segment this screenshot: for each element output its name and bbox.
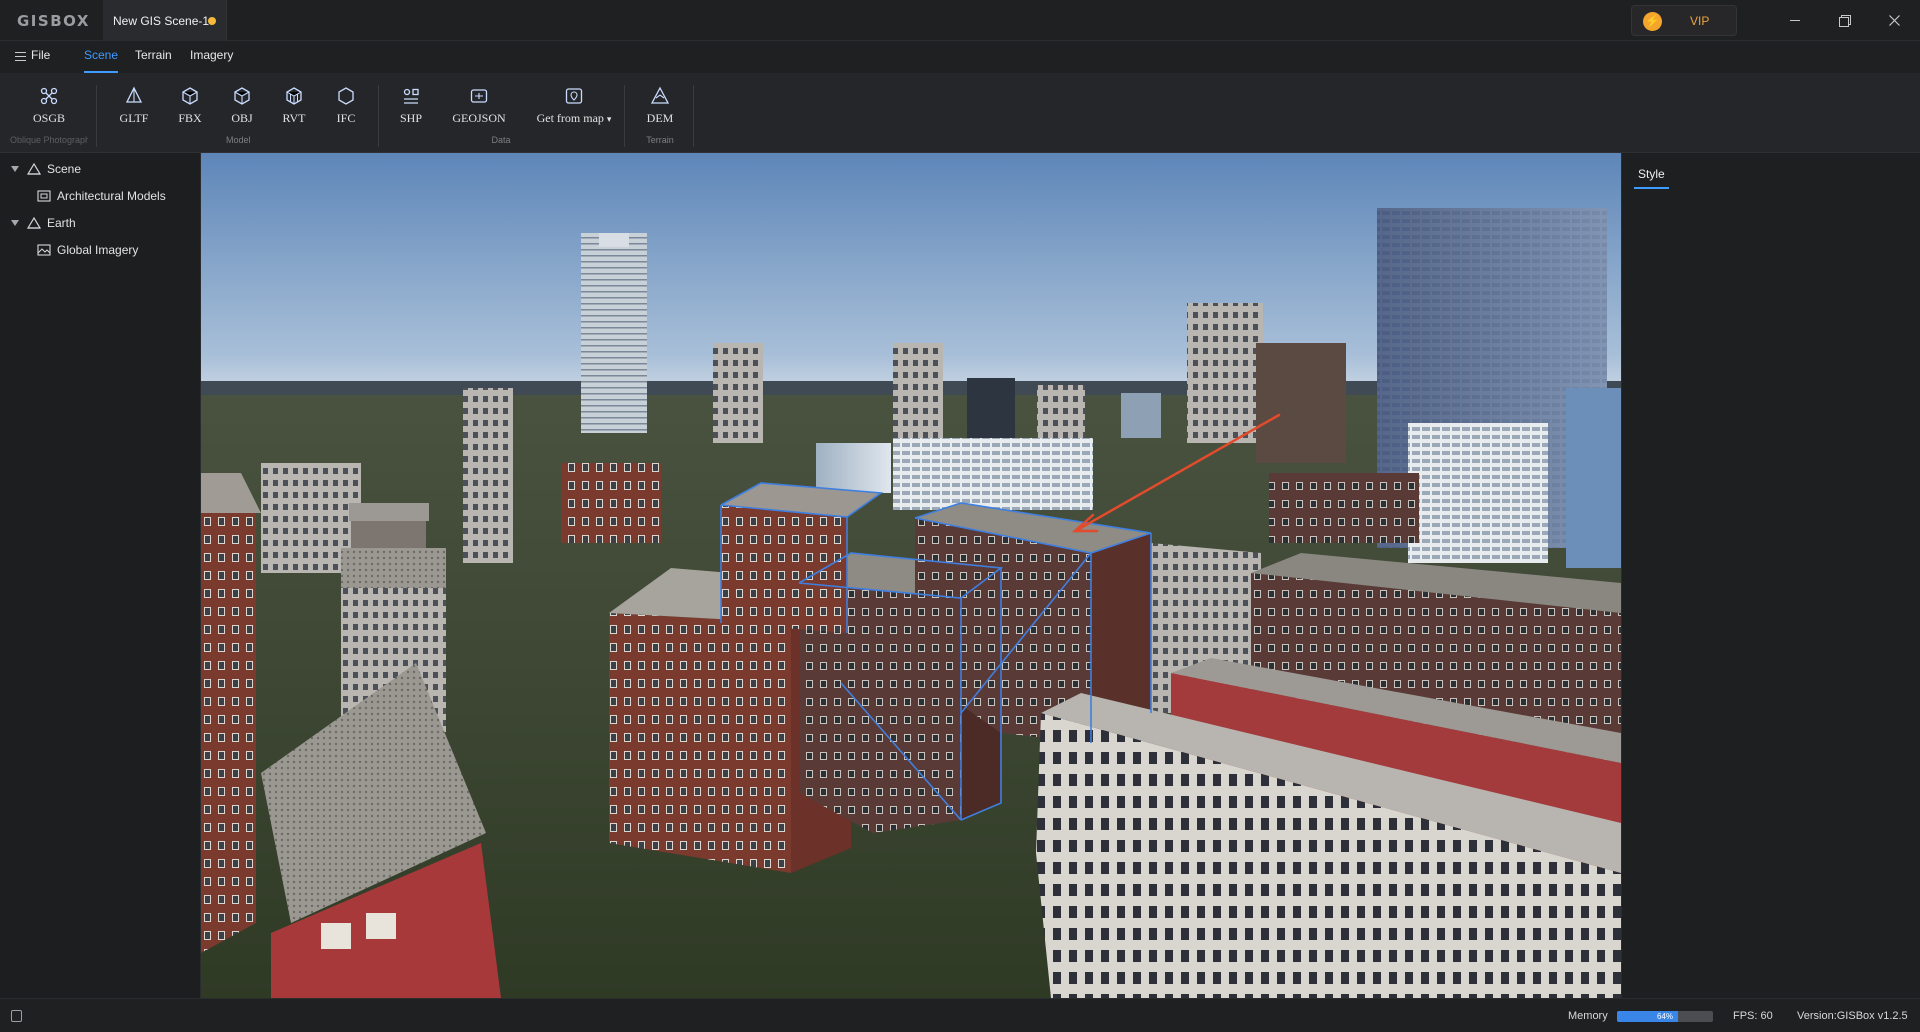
3d-scene-viewport[interactable]: [201, 153, 1621, 998]
toolbar-separator: [624, 85, 625, 147]
rvt-label: RVT: [282, 111, 306, 125]
menu-bar: File Scene Terrain Imagery: [0, 41, 1920, 73]
lightning-icon: ⚡: [1643, 12, 1662, 31]
document-tab[interactable]: New GIS Scene-1: [103, 0, 227, 41]
rvt-button[interactable]: RVT: [276, 73, 312, 137]
file-menu-label: File: [31, 48, 51, 62]
group-label-oblique: Oblique Photography: [10, 135, 88, 145]
gltf-button[interactable]: GLTF: [116, 73, 152, 137]
tree-label-global-imagery: Global Imagery: [57, 243, 139, 257]
layer-tree-panel: Scene Architectural Models Earth Global …: [0, 153, 201, 998]
tab-imagery[interactable]: Imagery: [190, 41, 233, 73]
fbx-button[interactable]: FBX: [172, 73, 208, 137]
get-from-map-text: Get from map: [536, 111, 604, 125]
title-bar: GISBOX New GIS Scene-1 ⚡ VIP: [0, 0, 1920, 41]
fbx-icon: [182, 87, 198, 105]
gltf-label: GLTF: [119, 111, 149, 125]
geojson-button[interactable]: GEOJSON: [446, 73, 512, 137]
properties-panel: Style: [1621, 153, 1920, 998]
toolbar-separator: [693, 85, 694, 147]
group-label-model: Model: [226, 135, 251, 145]
memory-label: Memory: [1568, 1010, 1608, 1022]
tree-label-earth: Earth: [47, 216, 76, 230]
osgb-button[interactable]: OSGB: [26, 73, 72, 137]
dem-label: DEM: [646, 111, 674, 125]
minimize-icon: [1790, 20, 1800, 21]
restore-button[interactable]: [1821, 0, 1869, 41]
get-from-map-dropdown[interactable]: Get from map ▾: [532, 73, 616, 137]
minimize-button[interactable]: [1771, 0, 1819, 41]
tab-style[interactable]: Style: [1634, 161, 1669, 189]
rvt-icon: [286, 87, 302, 105]
memory-progress-bar: 64%: [1617, 1011, 1713, 1022]
close-button[interactable]: [1870, 0, 1918, 41]
dem-icon: [650, 86, 670, 104]
tree-node-architectural-models[interactable]: Architectural Models: [37, 185, 166, 207]
tab-terrain[interactable]: Terrain: [135, 41, 172, 73]
memory-percent-text: 64%: [1656, 1012, 1673, 1021]
toolbar-separator: [378, 85, 379, 147]
earth-icon: [27, 217, 41, 229]
log-icon[interactable]: [11, 1010, 22, 1022]
dem-button[interactable]: DEM: [642, 73, 678, 137]
shp-button[interactable]: SHP: [393, 73, 429, 137]
shp-icon: [403, 88, 419, 104]
group-label-terrain: Terrain: [646, 135, 674, 145]
fps-readout: FPS: 60: [1733, 1010, 1773, 1022]
shp-label: SHP: [399, 111, 422, 125]
tree-node-scene[interactable]: Scene: [11, 158, 81, 180]
app-logo: GISBOX: [17, 12, 90, 30]
osgb-icon: [40, 87, 58, 105]
tree-label-scene: Scene: [47, 162, 82, 176]
version-readout: Version:GISBox v1.2.5: [1797, 1010, 1908, 1022]
map-icon: [565, 88, 583, 104]
osgb-label: OSGB: [32, 111, 65, 125]
vip-button[interactable]: ⚡ VIP: [1631, 5, 1737, 36]
get-from-map-label: Get from map ▾: [537, 111, 612, 126]
vip-label: VIP: [1690, 14, 1710, 28]
hamburger-icon: [15, 52, 26, 61]
scene-icon: [27, 163, 41, 175]
tab-scene[interactable]: Scene: [84, 41, 119, 73]
status-bar: Memory 64% FPS: 60 Version:GISBox v1.2.5: [0, 998, 1920, 1032]
close-icon: [1888, 15, 1900, 26]
imagery-layer-icon: [37, 244, 51, 256]
tree-node-global-imagery[interactable]: Global Imagery: [37, 239, 138, 261]
group-label-data: Data: [491, 135, 511, 145]
geojson-label: GEOJSON: [452, 111, 506, 125]
gltf-icon: [125, 86, 143, 103]
toolbar-separator: [96, 85, 97, 147]
tree-label-architectural-models: Architectural Models: [57, 189, 166, 203]
restore-icon: [1839, 14, 1851, 27]
caret-down-icon[interactable]: [11, 166, 19, 172]
unsaved-dot-icon: [208, 17, 216, 25]
geojson-icon: [470, 89, 488, 103]
ifc-button[interactable]: IFC: [328, 73, 364, 137]
file-menu[interactable]: File: [14, 41, 54, 73]
obj-icon: [234, 87, 250, 105]
document-tab-title: New GIS Scene-1: [113, 13, 210, 28]
tree-node-earth[interactable]: Earth: [11, 212, 76, 234]
city-scene-render: [201, 153, 1621, 998]
caret-down-icon[interactable]: [11, 220, 19, 226]
ifc-icon: [338, 87, 354, 105]
fbx-label: FBX: [178, 111, 202, 125]
obj-button[interactable]: OBJ: [224, 73, 260, 137]
obj-label: OBJ: [231, 111, 253, 125]
model-layer-icon: [37, 190, 51, 202]
chevron-down-icon: ▾: [606, 114, 612, 124]
ifc-label: IFC: [336, 111, 356, 125]
ribbon-toolbar: OSGB Oblique Photography GLTF FBX OBJ RV…: [0, 73, 1920, 153]
